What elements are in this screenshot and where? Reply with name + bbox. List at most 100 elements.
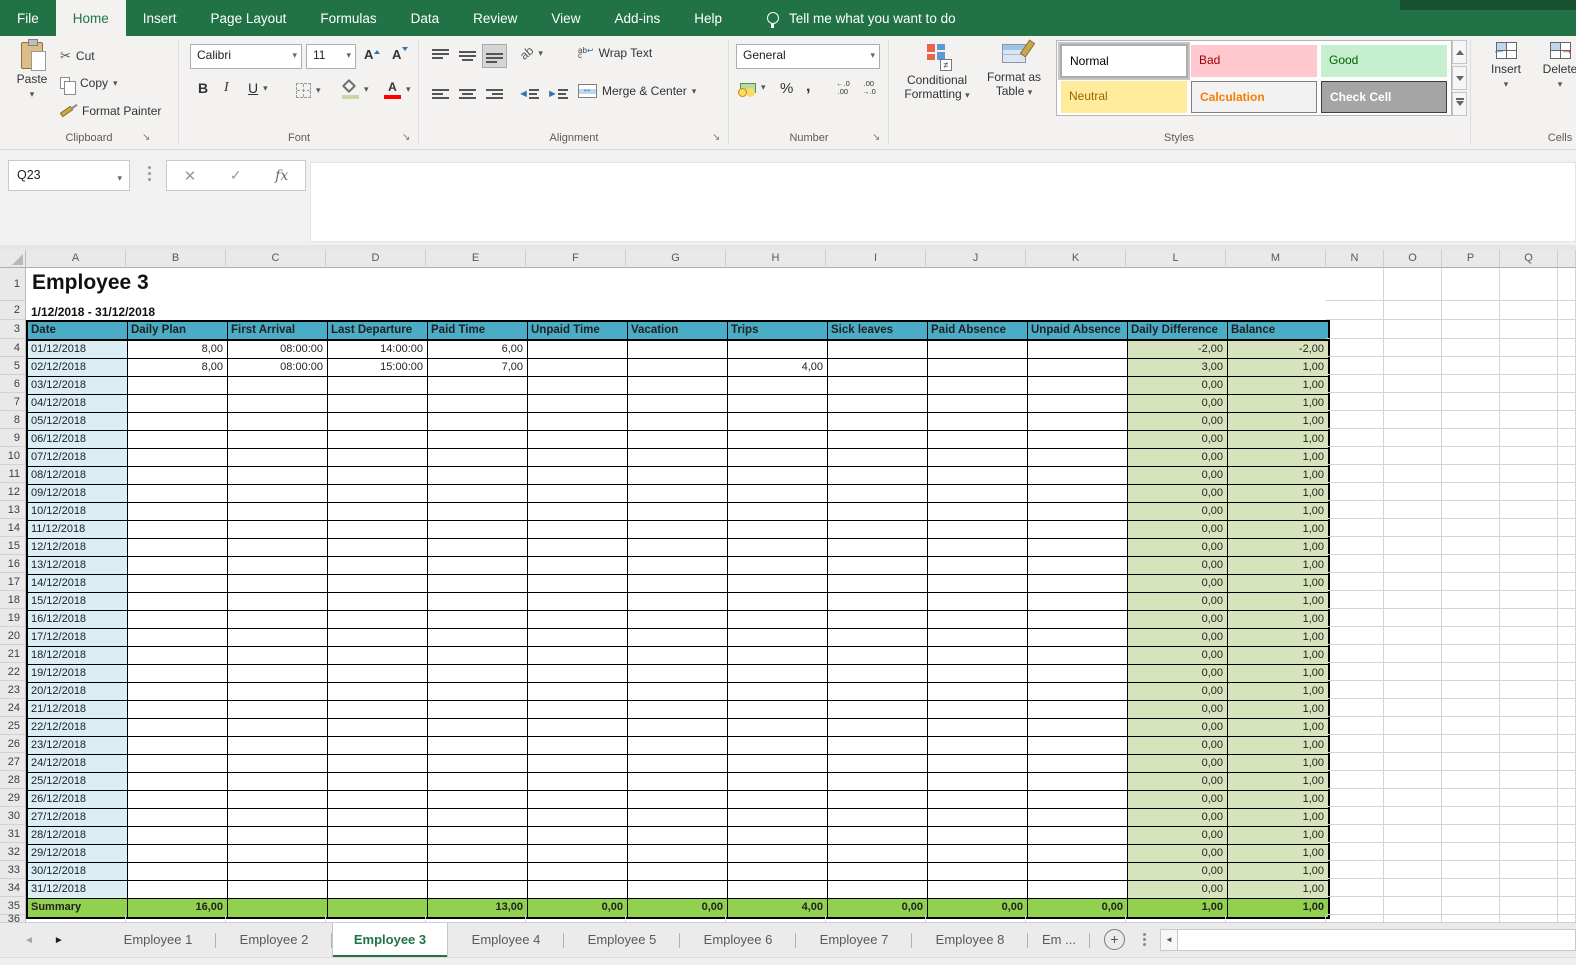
empty-cell[interactable] [1384,429,1442,447]
wrap-text-button[interactable]: ab↩c Wrap Text [578,46,652,60]
empty-cell[interactable] [1384,320,1442,339]
empty-cell[interactable] [1384,861,1442,879]
cell-E19[interactable] [428,611,528,629]
style-check-cell[interactable]: Check Cell [1321,81,1447,113]
row-header-4[interactable]: 4 [0,339,26,357]
empty-cell[interactable] [1558,519,1576,537]
cell-B22[interactable] [128,665,228,683]
cell-C10[interactable] [228,449,328,467]
cell-L4[interactable]: -2,00 [1128,341,1228,359]
font-dialog-launcher[interactable]: ↘ [402,132,410,143]
cell-K15[interactable] [1028,539,1128,557]
empty-cell[interactable] [1442,320,1500,339]
cell-G17[interactable] [628,575,728,593]
cell-D21[interactable] [328,647,428,665]
empty-cell[interactable] [1326,645,1384,663]
cell-K21[interactable] [1028,647,1128,665]
cell-H28[interactable] [728,773,828,791]
cell-E13[interactable] [428,503,528,521]
cell-F8[interactable] [528,413,628,431]
empty-cell[interactable] [1326,465,1384,483]
cell-H10[interactable] [728,449,828,467]
column-header-C[interactable]: C [226,250,326,268]
cell-G20[interactable] [628,629,728,647]
cell-I14[interactable] [828,521,928,539]
cell-I12[interactable] [828,485,928,503]
cell-M12[interactable]: 1,00 [1228,485,1328,503]
cell-K22[interactable] [1028,665,1128,683]
empty-cell[interactable] [1500,897,1558,915]
sheet-nav-right-icon[interactable]: ► [54,935,64,946]
insert-function-icon[interactable]: fx [275,168,288,184]
cell-L9[interactable]: 0,00 [1128,431,1228,449]
empty-cell[interactable] [1384,357,1442,375]
row-header-28[interactable]: 28 [0,771,26,789]
empty-cell[interactable] [1500,717,1558,735]
align-bottom-button[interactable] [482,44,507,68]
cell-M10[interactable]: 1,00 [1228,449,1328,467]
empty-cell[interactable] [1326,609,1384,627]
column-header-A[interactable]: A [26,250,126,268]
empty-cell[interactable] [1442,501,1500,519]
cell-B16[interactable] [128,557,228,575]
cell-J13[interactable] [928,503,1028,521]
row-header-13[interactable]: 13 [0,501,26,519]
cell-E34[interactable] [428,881,528,899]
empty-cell[interactable] [1384,519,1442,537]
cell-I20[interactable] [828,629,928,647]
empty-cell[interactable] [1326,735,1384,753]
cell-J4[interactable] [928,341,1028,359]
row-header-22[interactable]: 22 [0,663,26,681]
cell-D7[interactable] [328,395,428,413]
cell-I4[interactable] [828,341,928,359]
cell-A10[interactable]: 07/12/2018 [28,449,128,467]
cell-H31[interactable] [728,827,828,845]
empty-cell[interactable] [1558,699,1576,717]
empty-cell[interactable] [1500,825,1558,843]
empty-cell[interactable] [1442,825,1500,843]
cell-C29[interactable] [228,791,328,809]
cell-L7[interactable]: 0,00 [1128,395,1228,413]
cell-M14[interactable]: 1,00 [1228,521,1328,539]
cell-subtitle[interactable]: 1/12/2018 - 31/12/2018 [31,305,155,319]
empty-cell[interactable] [1442,897,1500,915]
cell-D14[interactable] [328,521,428,539]
cell-F22[interactable] [528,665,628,683]
cell-A30[interactable]: 27/12/2018 [28,809,128,827]
cell-B33[interactable] [128,863,228,881]
cell-E29[interactable] [428,791,528,809]
cell-H22[interactable] [728,665,828,683]
alignment-dialog-launcher[interactable]: ↘ [712,132,720,143]
cell-K25[interactable] [1028,719,1128,737]
cell-M26[interactable]: 1,00 [1228,737,1328,755]
empty-cell[interactable] [1442,375,1500,393]
cut-button[interactable]: ✂ Cut [60,48,95,64]
cell-G31[interactable] [628,827,728,845]
empty-cell[interactable] [1326,501,1384,519]
cell-F18[interactable] [528,593,628,611]
cell-D24[interactable] [328,701,428,719]
column-header-H[interactable]: H [726,250,826,268]
cell-L16[interactable]: 0,00 [1128,557,1228,575]
cell-K30[interactable] [1028,809,1128,827]
cell-L21[interactable]: 0,00 [1128,647,1228,665]
align-right-button[interactable] [482,82,507,106]
empty-cell[interactable] [1326,861,1384,879]
copy-button[interactable]: Copy ▾ [60,76,118,90]
cell-I24[interactable] [828,701,928,719]
empty-cell[interactable] [1558,627,1576,645]
cell-J26[interactable] [928,737,1028,755]
cell-G28[interactable] [628,773,728,791]
cell-F31[interactable] [528,827,628,845]
cell-H29[interactable] [728,791,828,809]
empty-cell[interactable] [1558,301,1576,320]
empty-cell[interactable] [1442,555,1500,573]
cell-L24[interactable]: 0,00 [1128,701,1228,719]
cell-C25[interactable] [228,719,328,737]
cell-D28[interactable] [328,773,428,791]
row-header-3[interactable]: 3 [0,320,26,339]
cell-A17[interactable]: 14/12/2018 [28,575,128,593]
cell-E11[interactable] [428,467,528,485]
cell-J27[interactable] [928,755,1028,773]
row-header-10[interactable]: 10 [0,447,26,465]
